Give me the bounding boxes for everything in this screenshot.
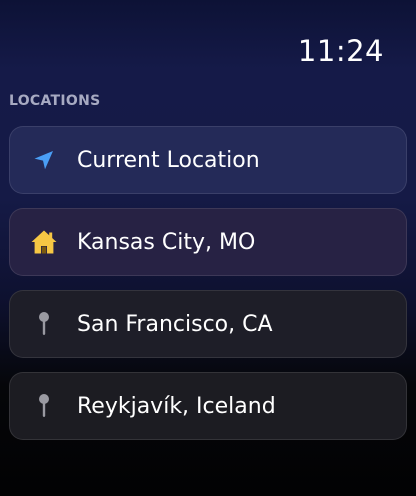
location-item-home[interactable]: Kansas City, MO bbox=[9, 208, 407, 276]
section-header-locations: LOCATIONS bbox=[9, 93, 101, 109]
locations-list: Current Location Kansas City, MO San Fra… bbox=[9, 126, 407, 454]
location-item-reykjavik[interactable]: Reykjavík, Iceland bbox=[9, 372, 407, 440]
location-item-label: San Francisco, CA bbox=[77, 311, 273, 337]
pin-icon bbox=[30, 392, 58, 420]
location-item-current[interactable]: Current Location bbox=[9, 126, 407, 194]
watch-screen: 11:24 LOCATIONS Current Location Kansas … bbox=[0, 0, 416, 496]
location-item-label: Kansas City, MO bbox=[77, 229, 256, 255]
location-item-label: Current Location bbox=[77, 147, 260, 173]
status-time: 11:24 bbox=[297, 34, 384, 68]
pin-icon bbox=[30, 310, 58, 338]
location-item-label: Reykjavík, Iceland bbox=[77, 393, 276, 419]
home-icon bbox=[30, 228, 58, 256]
location-arrow-icon bbox=[30, 146, 58, 174]
location-item-san-francisco[interactable]: San Francisco, CA bbox=[9, 290, 407, 358]
